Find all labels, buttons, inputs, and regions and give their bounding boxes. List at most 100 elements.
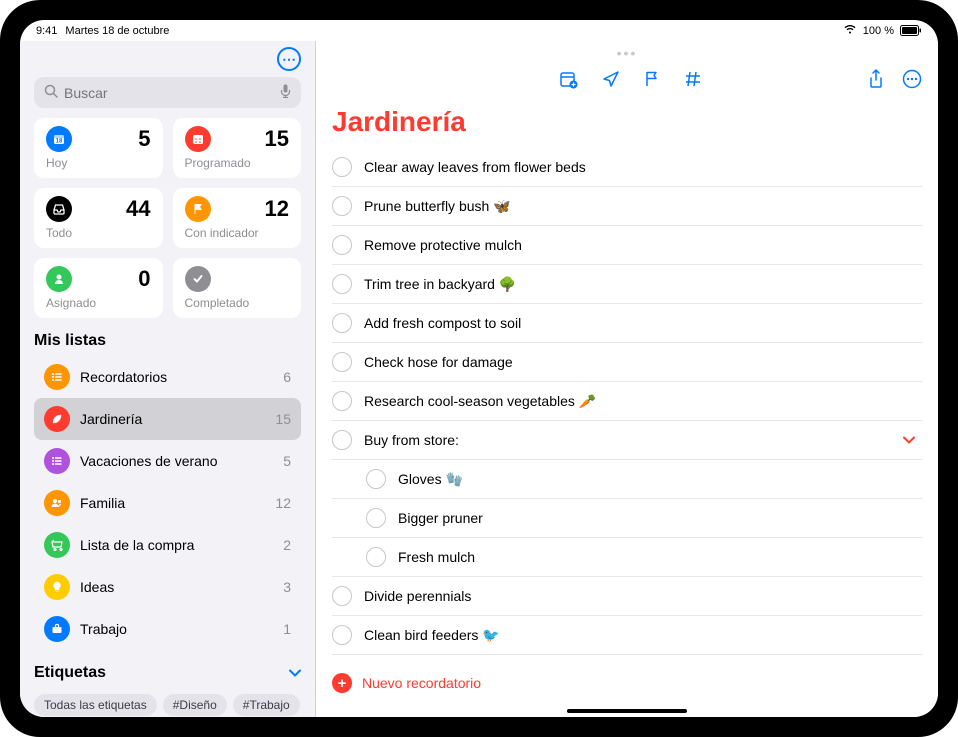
tag-chip[interactable]: #Trabajo [233, 694, 300, 716]
reminder-text: Divide perennials [364, 588, 922, 604]
list-name: Recordatorios [80, 369, 273, 385]
reminder-checkbox[interactable] [332, 157, 352, 177]
tag-chip[interactable]: #Diseño [163, 694, 227, 716]
reminder-checkbox[interactable] [332, 196, 352, 216]
list-icon [44, 490, 70, 516]
reminder-row[interactable]: Add fresh compost to soil [332, 304, 922, 343]
reminder-row[interactable]: Check hose for damage [332, 343, 922, 382]
location-icon[interactable] [602, 70, 620, 94]
reminder-row[interactable]: Bigger pruner [332, 499, 922, 538]
reminder-row[interactable]: Remove protective mulch [332, 226, 922, 265]
smart-assigned[interactable]: 0 Asignado [34, 258, 163, 318]
list-item[interactable]: Trabajo 1 [34, 608, 301, 650]
person-icon [46, 266, 72, 292]
reminder-checkbox[interactable] [332, 313, 352, 333]
reminder-text: Research cool-season vegetables 🥕 [364, 393, 922, 410]
list-count: 6 [283, 369, 291, 385]
more-icon[interactable] [902, 69, 922, 94]
reminder-text: Add fresh compost to soil [364, 315, 922, 331]
reminder-checkbox[interactable] [332, 235, 352, 255]
list-icon [44, 448, 70, 474]
smart-today[interactable]: 18 5 Hoy [34, 118, 163, 178]
smart-flagged[interactable]: 12 Con indicador [173, 188, 302, 248]
reminder-text: Buy from store: [364, 432, 890, 448]
reminder-row[interactable]: Divide perennials [332, 577, 922, 616]
hashtag-icon[interactable] [684, 70, 702, 94]
reminder-row[interactable]: Buy from store: [332, 421, 922, 460]
reminder-text: Remove protective mulch [364, 237, 922, 253]
list-icon [44, 406, 70, 432]
reminder-checkbox[interactable] [332, 274, 352, 294]
chevron-down-icon [289, 666, 301, 680]
list-item[interactable]: Familia 12 [34, 482, 301, 524]
list-count: 2 [283, 537, 291, 553]
tray-icon [46, 196, 72, 222]
svg-text:18: 18 [56, 139, 63, 145]
checkmark-icon [185, 266, 211, 292]
new-reminder-button[interactable]: + Nuevo recordatorio [316, 659, 938, 707]
reminder-text: Fresh mulch [398, 549, 922, 565]
tag-chip[interactable]: Todas las etiquetas [34, 694, 157, 716]
mic-icon[interactable] [280, 84, 291, 101]
reminder-text: Trim tree in backyard 🌳 [364, 276, 922, 293]
home-indicator[interactable] [567, 709, 687, 713]
list-count: 3 [283, 579, 291, 595]
reminder-text: Bigger pruner [398, 510, 922, 526]
list-name: Familia [80, 495, 265, 511]
list-item[interactable]: Lista de la compra 2 [34, 524, 301, 566]
calendar-icon: 18 [46, 126, 72, 152]
list-item[interactable]: Jardinería 15 [34, 398, 301, 440]
chevron-down-icon[interactable] [902, 432, 922, 448]
reminder-text: Check hose for damage [364, 354, 922, 370]
calendar-icon [185, 126, 211, 152]
calendar-add-icon[interactable] [559, 70, 578, 94]
reminder-text: Clean bird feeders 🐦 [364, 627, 922, 644]
sidebar-more-button[interactable]: ⋯ [277, 47, 301, 71]
status-time: 9:41 [36, 25, 57, 37]
reminder-checkbox[interactable] [332, 586, 352, 606]
reminder-row[interactable]: Research cool-season vegetables 🥕 [332, 382, 922, 421]
reminder-text: Clear away leaves from flower beds [364, 159, 922, 175]
flag-icon[interactable] [644, 70, 660, 94]
reminder-row[interactable]: Clean bird feeders 🐦 [332, 616, 922, 655]
reminder-checkbox[interactable] [332, 430, 352, 450]
search-icon [44, 84, 58, 101]
list-item[interactable]: Vacaciones de verano 5 [34, 440, 301, 482]
search-field[interactable] [34, 77, 301, 108]
status-bar: 9:41 Martes 18 de octubre 100 % [20, 20, 938, 41]
multitask-grabber[interactable]: ••• [316, 41, 938, 65]
share-icon[interactable] [868, 69, 884, 94]
reminder-checkbox[interactable] [366, 508, 386, 528]
reminder-row[interactable]: Trim tree in backyard 🌳 [332, 265, 922, 304]
reminder-text: Gloves 🧤 [398, 471, 922, 488]
reminder-checkbox[interactable] [366, 469, 386, 489]
reminder-row[interactable]: Gloves 🧤 [332, 460, 922, 499]
list-count: 5 [283, 453, 291, 469]
list-name: Vacaciones de verano [80, 453, 273, 469]
flag-icon [185, 196, 211, 222]
content-pane: ••• [316, 41, 938, 717]
list-icon [44, 574, 70, 600]
battery-icon [900, 25, 922, 36]
smart-scheduled[interactable]: 15 Programado [173, 118, 302, 178]
tags-header[interactable]: Etiquetas [20, 650, 315, 688]
smart-all[interactable]: 44 Todo [34, 188, 163, 248]
list-name: Jardinería [80, 411, 265, 427]
reminder-text: Prune butterfly bush 🦋 [364, 198, 922, 215]
wifi-icon [843, 24, 857, 37]
reminder-row[interactable]: Fresh mulch [332, 538, 922, 577]
list-count: 15 [275, 411, 291, 427]
list-item[interactable]: Recordatorios 6 [34, 356, 301, 398]
reminder-checkbox[interactable] [332, 352, 352, 372]
reminder-row[interactable]: Prune butterfly bush 🦋 [332, 187, 922, 226]
list-item[interactable]: Ideas 3 [34, 566, 301, 608]
list-name: Lista de la compra [80, 537, 273, 553]
smart-completed[interactable]: Completado [173, 258, 302, 318]
search-input[interactable] [64, 85, 274, 101]
reminder-checkbox[interactable] [366, 547, 386, 567]
reminder-row[interactable]: Clear away leaves from flower beds [332, 148, 922, 187]
my-lists-header: Mis listas [20, 318, 315, 356]
reminder-checkbox[interactable] [332, 391, 352, 411]
list-icon [44, 532, 70, 558]
reminder-checkbox[interactable] [332, 625, 352, 645]
